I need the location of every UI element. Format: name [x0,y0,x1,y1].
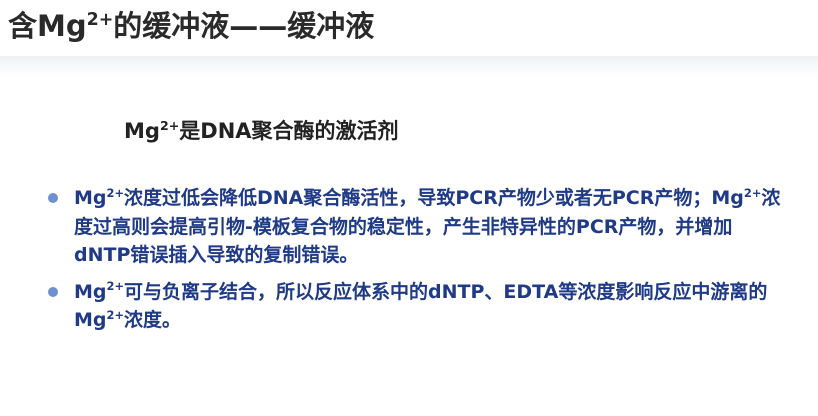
title-part-2: 的缓冲液——缓冲液 [113,9,375,43]
bullet-list: Mg2+浓度过低会降低DNA聚合酶活性，导致PCR产物少或者无PCR产物；Mg2… [48,184,788,343]
bullet-item-anion-binding: Mg2+可与负离子结合，所以反应体系中的dNTP、EDTA等浓度影响反应中游离的… [48,278,788,335]
bullet-superscript: 2+ [743,185,762,200]
bullet-text: Mg2+浓度过低会降低DNA聚合酶活性，导致PCR产物少或者无PCR产物；Mg2… [74,184,788,270]
bullet-superscript: 2+ [106,279,124,294]
bullet-superscript: 2+ [106,307,124,322]
bullet-item-low-high-concentration: Mg2+浓度过低会降低DNA聚合酶活性，导致PCR产物少或者无PCR产物；Mg2… [48,184,788,270]
bullet-superscript: 2+ [106,185,124,200]
bullet-text-segment: 浓度过低会降低DNA聚合酶活性，导致PCR产物少或者无PCR产物；Mg [124,187,744,209]
bullet-dot-icon [48,193,58,203]
subtitle-superscript: 2+ [159,117,180,133]
title-superscript: 2+ [86,9,114,30]
bullet-dot-icon [48,286,58,297]
subtitle-part-1: Mg [124,119,160,143]
slide-title: 含Mg2+的缓冲液——缓冲液 [8,6,374,46]
bullet-text-segment: Mg [74,187,107,209]
subtitle-part-2: 是DNA聚合酶的激活剂 [179,119,399,143]
bullet-text-segment: 浓度。 [124,309,182,331]
bullet-text-segment: Mg [74,280,107,303]
title-divider-band [0,56,818,78]
bullet-text: Mg2+可与负离子结合，所以反应体系中的dNTP、EDTA等浓度影响反应中游离的… [74,278,788,335]
slide-subtitle: Mg2+是DNA聚合酶的激活剂 [124,116,399,146]
title-part-1: 含Mg [8,9,87,43]
slide: 含Mg2+的缓冲液——缓冲液 Mg2+是DNA聚合酶的激活剂 Mg2+浓度过低会… [0,0,818,416]
